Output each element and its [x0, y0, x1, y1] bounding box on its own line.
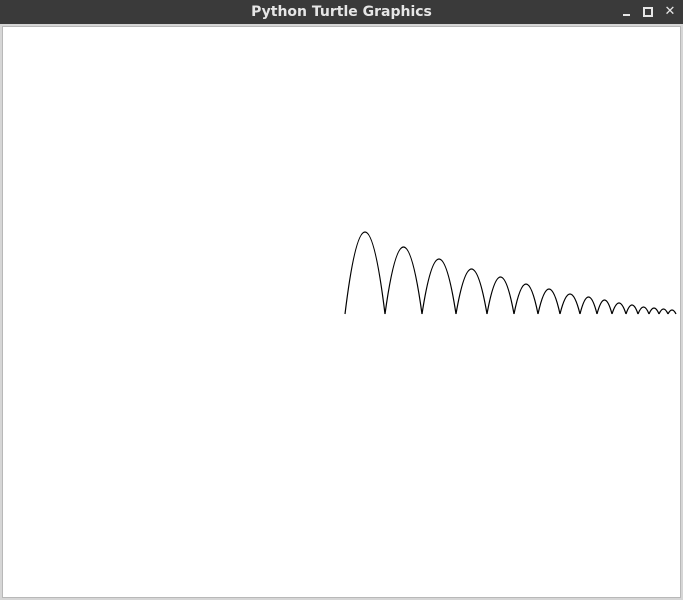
turtle-arc-12 — [625, 304, 639, 315]
bouncing-curve — [344, 231, 677, 315]
turtle-arc-15 — [658, 308, 669, 315]
turtle-arc-4 — [455, 268, 488, 315]
turtle-arc-16 — [667, 309, 677, 315]
maximize-button[interactable] — [641, 5, 655, 19]
turtle-arc-7 — [537, 288, 561, 315]
turtle-arc-1 — [344, 231, 386, 315]
turtle-canvas[interactable] — [3, 27, 680, 597]
turtle-arc-8 — [559, 293, 581, 315]
turtle-arc-9 — [579, 296, 598, 315]
minimize-icon — [622, 14, 630, 16]
turtle-arc-5 — [486, 276, 515, 315]
window-controls: ✕ — [619, 0, 677, 24]
window-title: Python Turtle Graphics — [251, 4, 432, 20]
close-icon: ✕ — [664, 4, 676, 19]
minimize-button[interactable] — [619, 5, 633, 19]
canvas-frame — [2, 26, 681, 598]
turtle-arc-6 — [513, 283, 539, 315]
turtle-arc-11 — [611, 302, 627, 315]
turtle-arc-10 — [596, 299, 613, 315]
maximize-icon — [643, 7, 653, 17]
turtle-arc-3 — [421, 258, 457, 315]
turtle-arc-2 — [384, 246, 423, 315]
close-button[interactable]: ✕ — [663, 5, 677, 19]
title-bar[interactable]: Python Turtle Graphics ✕ — [0, 0, 683, 24]
turtle-arc-14 — [648, 307, 660, 315]
turtle-window: Python Turtle Graphics ✕ — [0, 0, 683, 600]
turtle-arc-13 — [637, 306, 650, 315]
